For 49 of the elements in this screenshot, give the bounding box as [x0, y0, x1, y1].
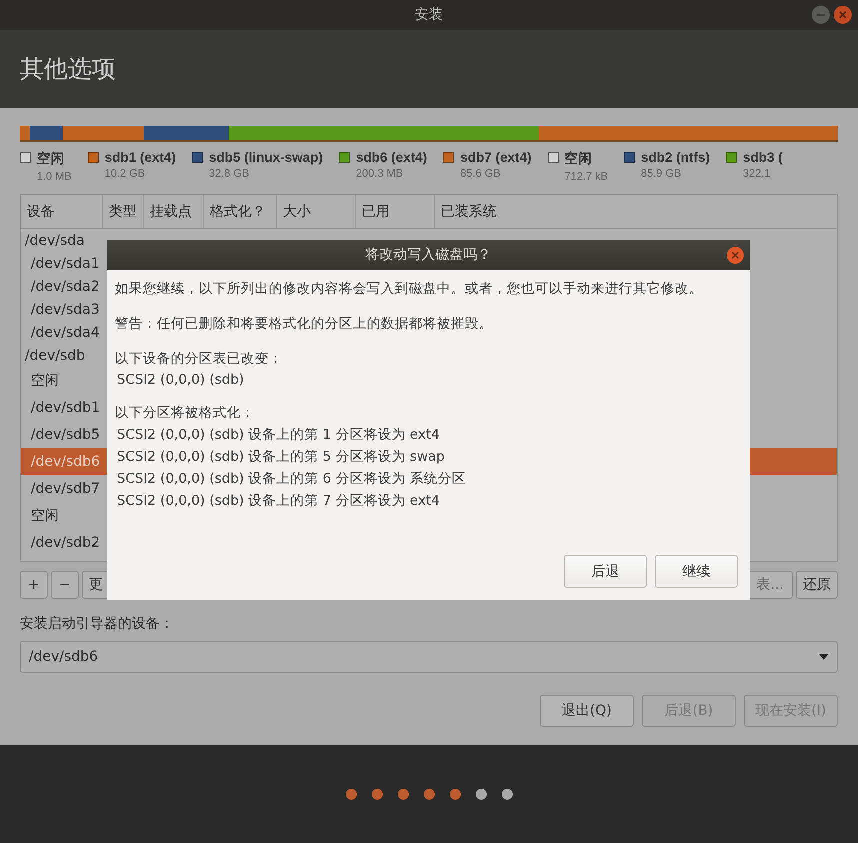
change-item: SCSI2 (0,0,0) (sdb) 设备上的第 7 分区将设为 ext4 — [116, 492, 442, 510]
free-space-swatch — [548, 152, 559, 163]
toolbar-button[interactable]: − — [51, 571, 79, 599]
column-header[interactable]: 类型 — [103, 195, 144, 228]
legend-label: sdb1 (ext4) — [104, 150, 176, 165]
toolbar-button[interactable]: 还原 — [796, 571, 838, 599]
legend-label: sdb3 ( — [743, 150, 783, 165]
column-header[interactable]: 格式化？ — [204, 195, 277, 228]
legend-size: 85.9 GB — [641, 168, 682, 180]
legend-size: 32.8 GB — [209, 168, 250, 180]
change-item: SCSI2 (0,0,0) (sdb) — [116, 372, 246, 388]
legend-size: 1.0 MB — [37, 171, 72, 183]
legend-label: sdb6 (ext4) — [356, 150, 428, 165]
bootloader-dropdown[interactable]: /dev/sdb6 — [20, 641, 838, 673]
page-title: 其他选项 — [20, 54, 116, 85]
legend-size: 322.1 — [743, 168, 772, 180]
legend-size: 200.3 MB — [356, 168, 404, 180]
legend-label: 空闲 — [564, 150, 594, 168]
close-icon[interactable] — [834, 6, 852, 24]
column-header[interactable]: 已用 — [356, 195, 435, 228]
legend-size: 10.2 GB — [104, 168, 146, 180]
toolbar-button[interactable]: + — [20, 571, 48, 599]
dialog-title: 将改动写入磁盘吗？ — [366, 246, 492, 264]
bootloader-label: 安装启动引导器的设备： — [20, 615, 175, 633]
legend-label: sdb5 (linux-swap) — [209, 150, 324, 165]
change-item: SCSI2 (0,0,0) (sdb) 设备上的第 1 分区将设为 ext4 — [116, 426, 442, 444]
free-space-swatch — [20, 152, 31, 163]
quit-button[interactable]: 退出(Q) — [540, 695, 634, 727]
window-title: 安装 — [415, 6, 443, 24]
legend-label: sdb2 (ntfs) — [641, 150, 710, 165]
back-button[interactable]: 后退 — [564, 555, 647, 588]
continue-button[interactable]: 继续 — [655, 555, 738, 588]
column-header[interactable]: 大小 — [277, 195, 356, 228]
dropdown-arrow-icon — [819, 654, 829, 660]
warning-message: 警告：任何已删除和将要格式化的分区上的数据都将被摧毁。 — [115, 315, 494, 333]
column-header[interactable]: 挂载点 — [144, 195, 204, 228]
minimize-icon[interactable] — [812, 6, 830, 24]
section-heading: 以下分区将被格式化： — [115, 404, 256, 422]
close-icon[interactable] — [727, 247, 744, 264]
legend-label: sdb7 (ext4) — [460, 150, 532, 165]
dialog-message: 如果您继续，以下所列出的修改内容将会写入到磁盘中。或者，您也可以手动来进行其它修改。 — [115, 280, 704, 298]
legend-label: 空闲 — [37, 150, 66, 168]
change-item: SCSI2 (0,0,0) (sdb) 设备上的第 5 分区将设为 swap — [116, 448, 446, 466]
change-item: SCSI2 (0,0,0) (sdb) 设备上的第 6 分区将设为 系统分区 — [116, 470, 468, 488]
column-header[interactable]: 设备 — [21, 195, 103, 228]
legend-size: 85.6 GB — [460, 168, 502, 180]
column-header[interactable]: 已装系统 — [435, 195, 837, 228]
legend-size: 712.7 kB — [564, 171, 608, 183]
section-heading: 以下设备的分区表已改变： — [115, 350, 284, 368]
